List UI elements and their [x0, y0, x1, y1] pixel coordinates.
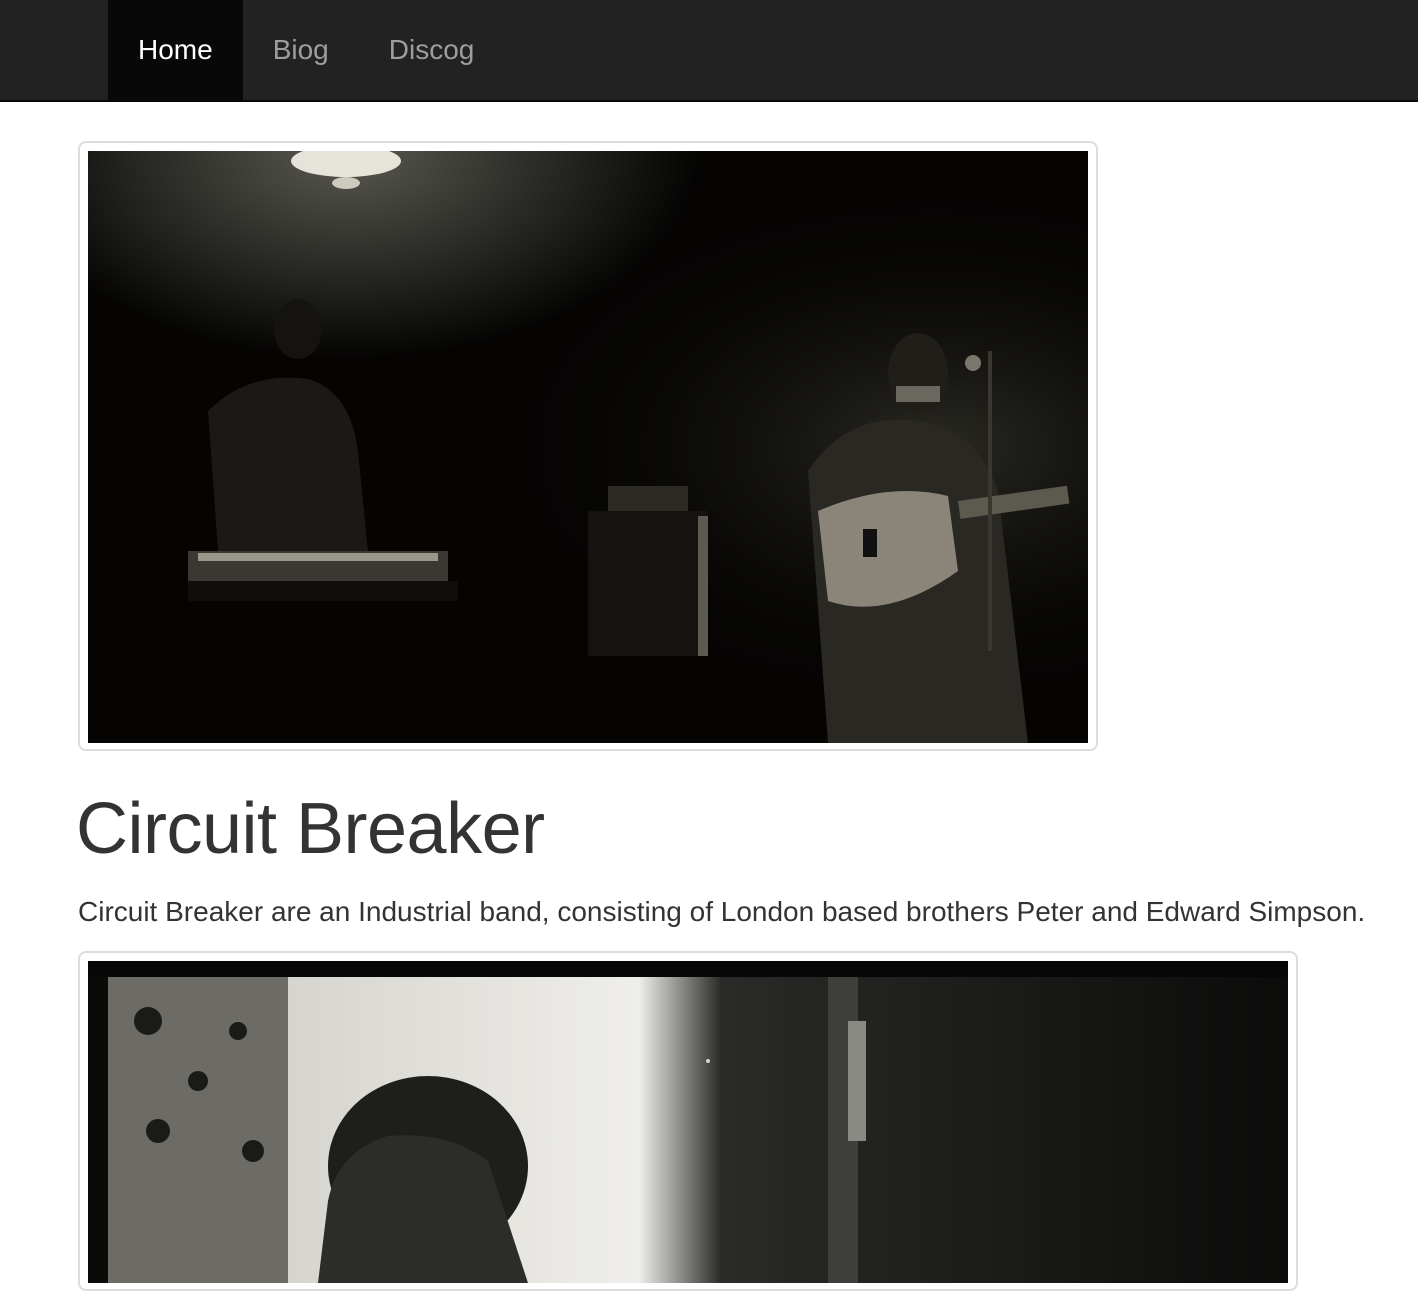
- band-portrait-photo-thumbnail: [78, 951, 1298, 1291]
- nav-item-home[interactable]: Home: [108, 0, 243, 100]
- band-description: Circuit Breaker are an Industrial band, …: [78, 896, 1366, 927]
- band-portrait-photo: [88, 961, 1288, 1283]
- band-live-photo: [88, 151, 1088, 743]
- main-nav: Home Biog Discog: [108, 0, 504, 100]
- band-live-photo-thumbnail: [78, 141, 1098, 751]
- nav-item-biog[interactable]: Biog: [243, 0, 359, 100]
- nav-item-discog[interactable]: Discog: [359, 0, 505, 100]
- page-title: Circuit Breaker: [76, 789, 545, 869]
- top-navbar: Home Biog Discog: [0, 0, 1418, 102]
